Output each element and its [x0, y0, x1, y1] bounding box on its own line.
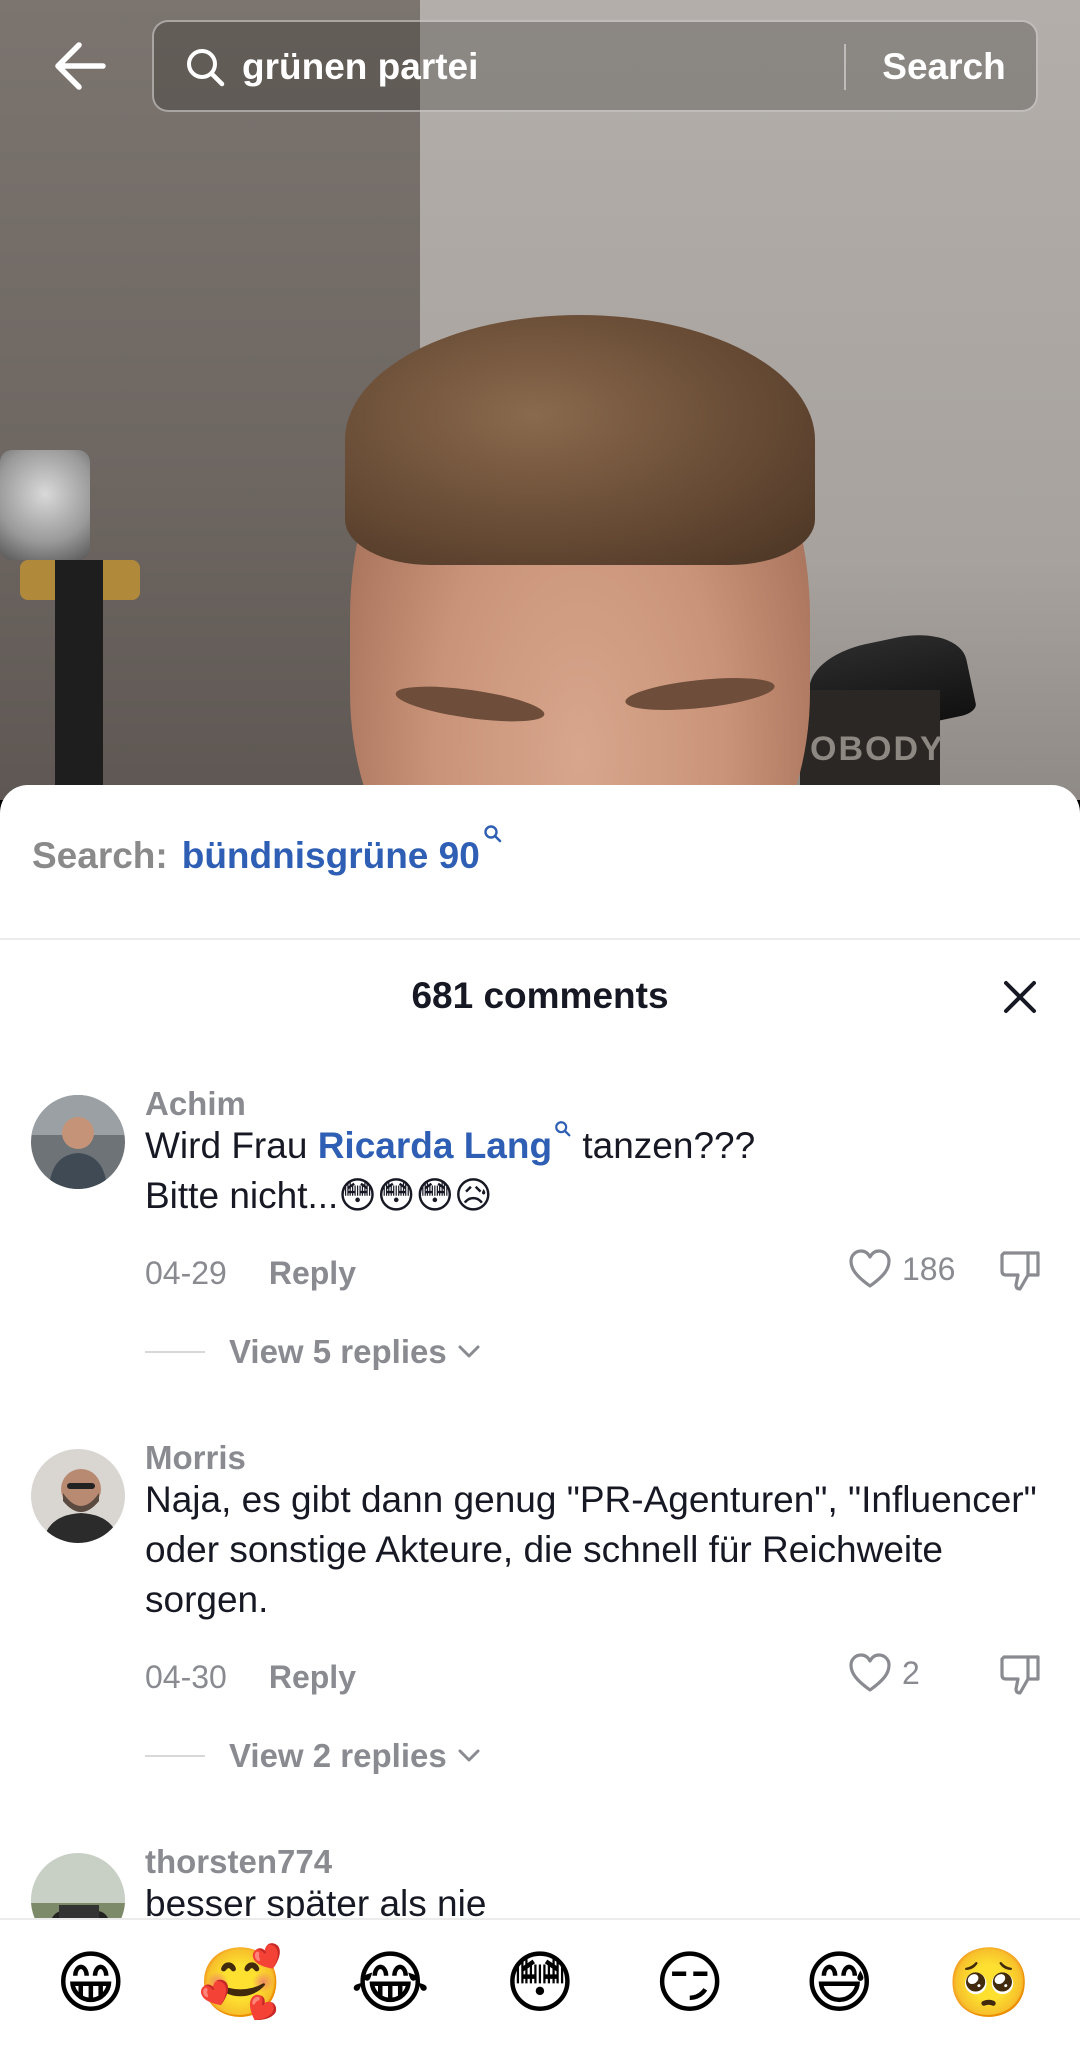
mention-text: Ricarda Lang	[317, 1125, 553, 1166]
comment-username[interactable]: thorsten774	[145, 1843, 332, 1881]
divider	[0, 938, 1080, 940]
poster-text: OBODY	[810, 730, 945, 768]
video-player[interactable]: OBODY	[0, 0, 1080, 800]
emoji-flushed[interactable]: 😳	[485, 1944, 595, 2024]
comment-meta: 04-30 Reply	[145, 1659, 356, 1696]
like-count: 186	[902, 1250, 956, 1287]
view-replies-label: View 5 replies	[229, 1333, 447, 1370]
mention-link[interactable]: Ricarda Lang	[317, 1121, 572, 1166]
emoji-grin[interactable]: 😁	[36, 1944, 146, 2024]
emoji-pleading[interactable]: 🥺	[934, 1944, 1044, 2024]
reply-button[interactable]: Reply	[269, 1255, 356, 1291]
search-button[interactable]: Search	[854, 36, 1034, 98]
comment-text-part: Bitte nicht...😳😳😳😥	[145, 1175, 493, 1216]
like-count: 2	[902, 1654, 920, 1691]
search-icon	[555, 1121, 571, 1137]
view-replies-button[interactable]: View 2 replies	[145, 1737, 481, 1775]
comment-text: Wird Frau Ricarda Lang tanzen??? Bitte n…	[145, 1121, 1045, 1221]
comment-count-title: 681 comments	[411, 975, 669, 1016]
back-arrow-icon	[55, 42, 106, 90]
comment-text-part: tanzen???	[572, 1125, 756, 1166]
like-button[interactable]: 2	[848, 1653, 920, 1693]
search-input[interactable]	[242, 36, 882, 98]
comment-username[interactable]: Achim	[145, 1085, 246, 1123]
background-poster: OBODY	[800, 690, 943, 800]
emoji-tears-of-joy[interactable]: 😂	[335, 1944, 445, 2024]
presenter-hair	[345, 315, 815, 565]
comment-text: Naja, es gibt dann genug "PR-Agenturen",…	[145, 1479, 1037, 1620]
heart-icon	[849, 1653, 891, 1692]
emoji-smirk[interactable]: 😏	[635, 1944, 745, 2024]
view-replies-label: View 2 replies	[229, 1737, 447, 1774]
comment-meta: 04-29 Reply	[145, 1255, 356, 1292]
view-replies-button[interactable]: View 5 replies	[145, 1333, 481, 1371]
comment-username[interactable]: Morris	[145, 1439, 246, 1477]
search-divider	[844, 44, 846, 90]
like-button[interactable]: 186	[848, 1249, 955, 1289]
avatar-image	[31, 1095, 125, 1189]
replies-divider-line	[145, 1755, 205, 1757]
dislike-button[interactable]	[998, 1247, 1044, 1298]
microphone	[0, 450, 90, 560]
close-button[interactable]	[990, 967, 1050, 1027]
thumbs-down-icon	[1000, 1655, 1040, 1695]
dislike-button[interactable]	[998, 1651, 1044, 1702]
chevron-down-icon	[458, 1749, 480, 1762]
reply-button[interactable]: Reply	[269, 1659, 356, 1695]
search-suggestion[interactable]: Search: bündnisgrüne 90	[32, 825, 503, 895]
search-icon	[187, 49, 225, 87]
close-icon	[1004, 981, 1036, 1013]
avatar-image	[31, 1449, 125, 1543]
thumbs-down-icon	[1000, 1251, 1040, 1291]
emoji-smiling-hearts[interactable]: 🥰	[186, 1944, 296, 2024]
search-suggestion-label: Search:	[32, 835, 168, 876]
comments-sheet: Search: bündnisgrüne 90 681 comments Ach…	[0, 785, 1080, 2048]
back-button[interactable]	[44, 34, 116, 98]
avatar[interactable]	[31, 1449, 125, 1543]
search-bar[interactable]: Search	[152, 20, 1038, 112]
emoji-quick-bar: 😁 🥰 😂 😳 😏 😅 🥺	[0, 1918, 1080, 2048]
chevron-down-icon	[458, 1345, 480, 1358]
emoji-sweat-smile[interactable]: 😅	[784, 1944, 894, 2024]
heart-icon	[849, 1249, 891, 1288]
microphone-stand	[55, 560, 103, 800]
comment-text-part: Wird Frau	[145, 1125, 318, 1166]
search-suggestion-keyword[interactable]: bündnisgrüne 90	[182, 835, 480, 877]
comment-date: 04-29	[145, 1255, 227, 1291]
search-icon	[484, 825, 502, 843]
avatar[interactable]	[31, 1095, 125, 1189]
replies-divider-line	[145, 1351, 205, 1353]
comment-date: 04-30	[145, 1659, 227, 1695]
